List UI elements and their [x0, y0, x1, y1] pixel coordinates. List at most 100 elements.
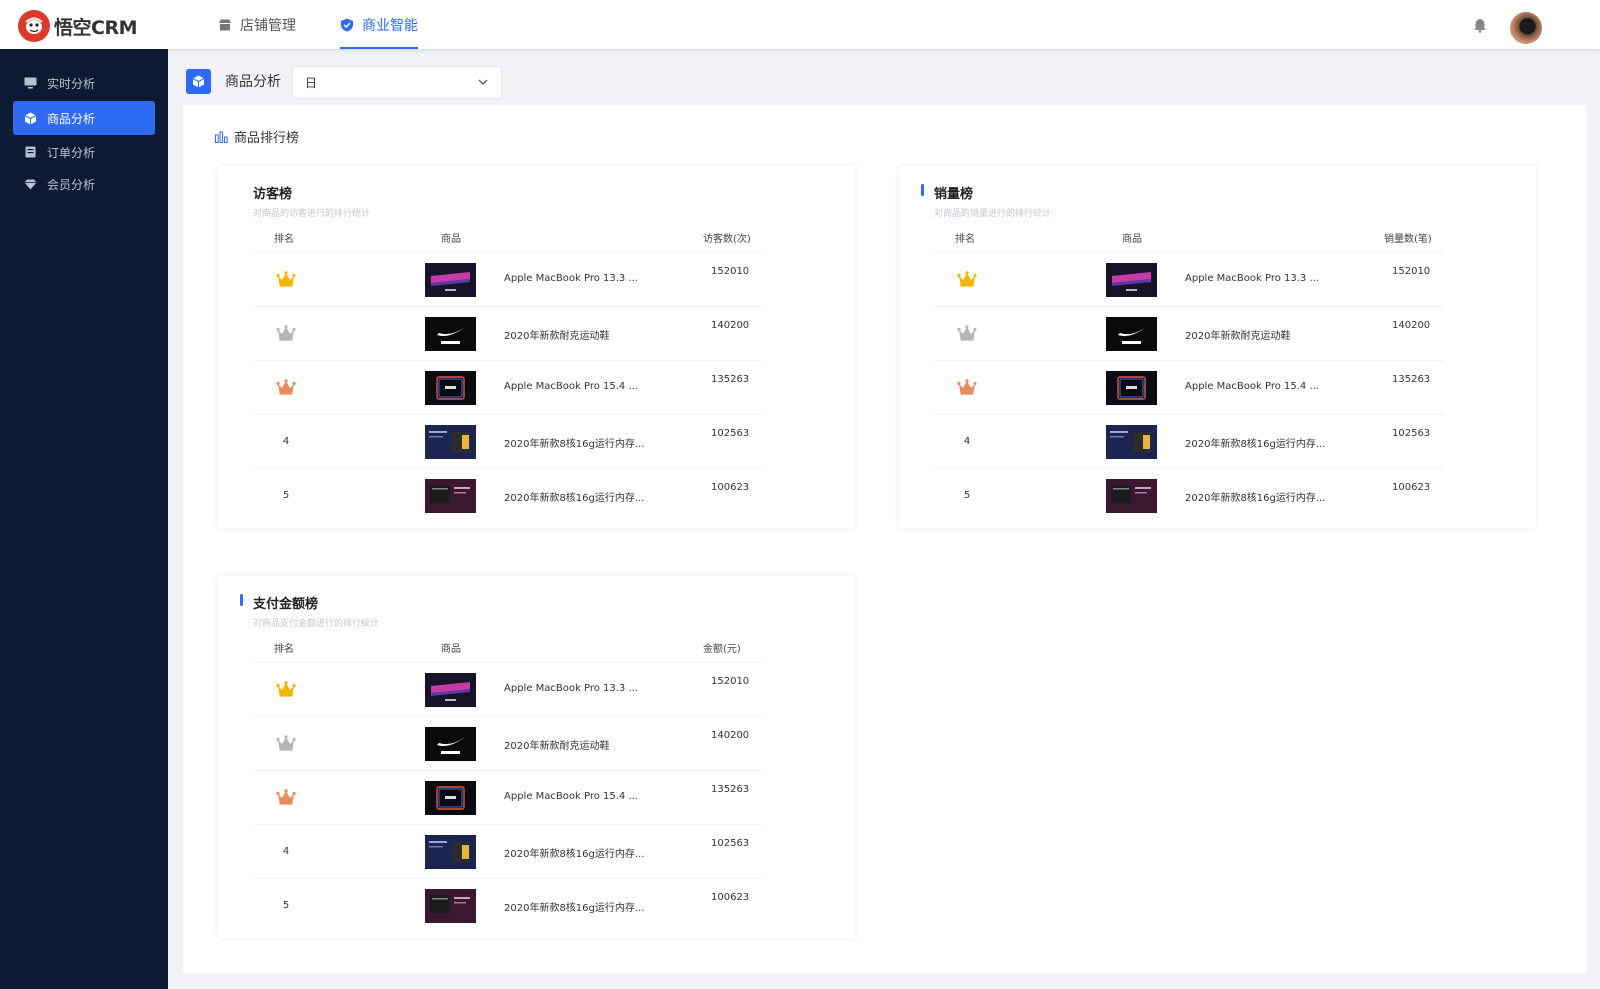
product-thumbnail[interactable]: [1106, 371, 1157, 405]
header-rank: 排名: [955, 234, 975, 245]
metric-value: 100623: [1392, 482, 1431, 493]
table-row[interactable]: 2020年新款耐克运动鞋 140200: [253, 306, 763, 360]
page-header: 商品分析: [186, 66, 281, 96]
product-name[interactable]: Apple MacBook Pro 13.3 ...: [504, 273, 638, 284]
top-nav-business-intelligence[interactable]: 商业智能: [340, 0, 418, 49]
diamond-icon: [23, 177, 37, 191]
silver-crown-icon: [956, 325, 978, 343]
product-name[interactable]: 2020年新款耐克运动鞋: [504, 737, 609, 752]
metric-value: 102563: [711, 838, 750, 849]
list-icon: [23, 145, 37, 159]
metric-value: 102563: [711, 428, 750, 439]
table-row[interactable]: 2020年新款耐克运动鞋 140200: [934, 306, 1444, 360]
table-row[interactable]: Apple MacBook Pro 15.4 ... 135263: [253, 770, 763, 824]
table-row[interactable]: 4 2020年新款8核16g运行内存... 102563: [253, 414, 763, 468]
top-nav-label: 店铺管理: [240, 17, 296, 34]
product-name[interactable]: Apple MacBook Pro 15.4 ...: [504, 381, 638, 392]
ranking-rows: Apple MacBook Pro 13.3 ... 152010 2020年新款耐…: [253, 252, 763, 522]
metric-value: 135263: [711, 374, 750, 385]
product-thumbnail[interactable]: [425, 889, 476, 923]
table-row[interactable]: 5 2020年新款8核16g运行内存... 100623: [253, 468, 763, 522]
table-row[interactable]: 2020年新款耐克运动鞋 140200: [253, 716, 763, 770]
product-thumbnail[interactable]: [425, 263, 476, 297]
rank-number: 4: [282, 436, 290, 447]
table-header: 排名 商品 销量数(笔): [934, 230, 1444, 252]
product-thumbnail[interactable]: [425, 835, 476, 869]
card-accent-bar: [921, 184, 924, 196]
metric-value: 140200: [1392, 320, 1431, 331]
metric-value: 100623: [711, 892, 750, 903]
product-thumbnail[interactable]: [1106, 317, 1157, 351]
header-count: 金额(元): [703, 644, 741, 655]
table-row[interactable]: 4 2020年新款8核16g运行内存... 102563: [934, 414, 1444, 468]
product-name[interactable]: 2020年新款8核16g运行内存...: [504, 845, 644, 860]
table-row[interactable]: Apple MacBook Pro 13.3 ... 152010: [253, 662, 763, 716]
product-name[interactable]: 2020年新款8核16g运行内存...: [504, 435, 644, 450]
product-name[interactable]: Apple MacBook Pro 15.4 ...: [504, 791, 638, 802]
sidebar-item-order-analysis[interactable]: 订单分析: [13, 135, 155, 169]
product-thumbnail[interactable]: [1106, 425, 1157, 459]
chevron-down-icon: [477, 76, 489, 91]
sidebar-item-product-analysis[interactable]: 商品分析: [13, 101, 155, 135]
product-thumbnail[interactable]: [425, 371, 476, 405]
table-row[interactable]: Apple MacBook Pro 15.4 ... 135263: [253, 360, 763, 414]
table-row[interactable]: Apple MacBook Pro 13.3 ... 152010: [253, 252, 763, 306]
table-row[interactable]: Apple MacBook Pro 15.4 ... 135263: [934, 360, 1444, 414]
product-thumbnail[interactable]: [1106, 479, 1157, 513]
shield-check-icon: [340, 18, 354, 32]
top-nav-shop-management[interactable]: 店铺管理: [218, 0, 296, 49]
product-thumbnail[interactable]: [425, 727, 476, 761]
sidebar-item-realtime-analysis[interactable]: 实时分析: [13, 66, 155, 100]
sidebar-item-label: 实时分析: [47, 76, 96, 91]
table-row[interactable]: 4 2020年新款8核16g运行内存... 102563: [253, 824, 763, 878]
table-row[interactable]: 5 2020年新款8核16g运行内存... 100623: [934, 468, 1444, 522]
product-name[interactable]: 2020年新款8核16g运行内存...: [504, 899, 644, 914]
product-name[interactable]: 2020年新款8核16g运行内存...: [504, 489, 644, 504]
product-name[interactable]: 2020年新款8核16g运行内存...: [1185, 489, 1325, 504]
sidebar: 实时分析 商品分析 订单分析 会员分析: [0, 49, 168, 989]
table-row[interactable]: 5 2020年新款8核16g运行内存... 100623: [253, 878, 763, 932]
product-thumbnail[interactable]: [425, 425, 476, 459]
product-name[interactable]: 2020年新款耐克运动鞋: [504, 327, 609, 342]
bronze-crown-icon: [275, 379, 297, 397]
product-name[interactable]: Apple MacBook Pro 13.3 ...: [504, 683, 638, 694]
product-thumbnail[interactable]: [425, 317, 476, 351]
sidebar-item-member-analysis[interactable]: 会员分析: [13, 167, 155, 201]
notification-bell-icon[interactable]: [1473, 18, 1487, 37]
product-name[interactable]: Apple MacBook Pro 15.4 ...: [1185, 381, 1319, 392]
app-logo[interactable]: 悟空CRM: [18, 10, 137, 42]
visitor-ranking-card: 访客榜 对商品的访客进行的排行统计 排名 商品 访客数(次) Apple Mac…: [218, 166, 855, 528]
card-title: 支付金额榜: [253, 597, 319, 612]
shop-icon: [218, 18, 232, 32]
cube-icon: [186, 68, 211, 94]
product-thumbnail[interactable]: [1106, 263, 1157, 297]
product-name[interactable]: Apple MacBook Pro 13.3 ...: [1185, 273, 1319, 284]
product-thumbnail[interactable]: [425, 479, 476, 513]
table-header: 排名 商品 金额(元): [253, 640, 763, 662]
ranking-rows: Apple MacBook Pro 13.3 ... 152010 2020年新款耐…: [253, 662, 763, 932]
period-select[interactable]: 日: [292, 66, 502, 99]
metric-value: 152010: [1392, 266, 1431, 277]
monitor-icon: [23, 76, 37, 90]
table-row[interactable]: Apple MacBook Pro 13.3 ... 152010: [934, 252, 1444, 306]
header-goods: 商品: [441, 234, 461, 245]
silver-crown-icon: [275, 325, 297, 343]
rank-number: 5: [963, 490, 971, 501]
main-panel: 商品排行榜 访客榜 对商品的访客进行的排行统计 排名 商品 访客数(次) App…: [183, 105, 1587, 973]
header-rank: 排名: [274, 644, 294, 655]
user-avatar[interactable]: [1510, 12, 1542, 44]
ranking-rows: Apple MacBook Pro 13.3 ... 152010 2020年新款耐…: [934, 252, 1444, 522]
bronze-crown-icon: [275, 789, 297, 807]
section-title: 商品排行榜: [215, 127, 299, 146]
metric-value: 135263: [1392, 374, 1431, 385]
product-thumbnail[interactable]: [425, 781, 476, 815]
product-name[interactable]: 2020年新款8核16g运行内存...: [1185, 435, 1325, 450]
product-thumbnail[interactable]: [425, 673, 476, 707]
top-header: 悟空CRM 店铺管理 商业智能: [0, 0, 1600, 49]
sidebar-item-label: 会员分析: [47, 177, 96, 192]
bar-chart-icon: [215, 131, 228, 143]
product-name[interactable]: 2020年新款耐克运动鞋: [1185, 327, 1290, 342]
card-subtitle: 对商品的访客进行的排行统计: [253, 209, 371, 219]
header-goods: 商品: [441, 644, 461, 655]
gold-crown-icon: [956, 271, 978, 289]
